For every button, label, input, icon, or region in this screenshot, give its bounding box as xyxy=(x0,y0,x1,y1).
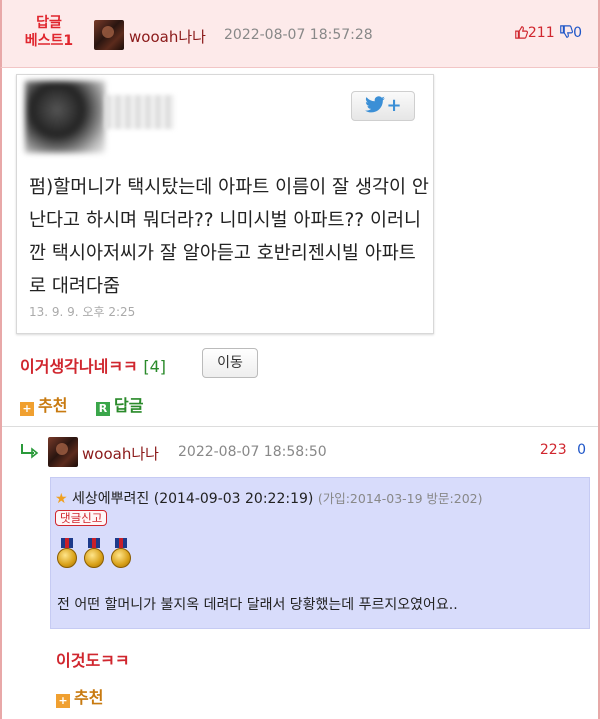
reply-comment: wooah나나 2022-08-07 18:58:50 223 0 ★ 세상에뿌… xyxy=(2,426,598,719)
upvote-count[interactable]: 223 xyxy=(540,442,567,458)
author-nickname[interactable]: wooah나나 xyxy=(129,26,206,47)
quoted-comment: ★ 세상에뿌려진 (2014-09-03 20:22:19) (가입:2014-… xyxy=(50,477,590,629)
reply-title: 이것도ㅋㅋ xyxy=(56,651,130,670)
twitter-follow-button: + xyxy=(351,91,415,121)
quote-meta: (가입:2014-03-19 방문:202) xyxy=(317,491,483,506)
quote-text: 전 어떤 할머니가 불지옥 데려다 달래서 당황했는데 푸르지오였어요.. xyxy=(57,597,458,613)
report-comment-button[interactable]: 댓글신고 xyxy=(55,510,108,526)
avatar[interactable] xyxy=(48,437,78,467)
downvote-count[interactable]: 0 xyxy=(577,442,586,458)
tweet-text: 펌)할머니가 택시탔는데 아파트 이름이 잘 생각이 안난다고 하시며 뭐더라?… xyxy=(29,177,429,297)
plus-icon: + xyxy=(56,694,70,708)
post-header: 답글 베스트1 wooah나나 2022-08-07 18:57:28 211 … xyxy=(0,0,600,68)
thumbs-down-icon xyxy=(560,25,574,38)
move-button[interactable]: 이동 xyxy=(202,348,258,378)
medal-icon xyxy=(111,538,132,570)
reply-arrow-icon xyxy=(21,444,39,459)
plus-icon: + xyxy=(20,402,34,416)
quote-header: ★ 세상에뿌려진 (2014-09-03 20:22:19) (가입:2014-… xyxy=(55,488,482,508)
quote-author: 세상에뿌려진 xyxy=(72,491,150,507)
upvote-count: 211 xyxy=(527,25,555,41)
recommend-button[interactable]: + 추천 xyxy=(20,392,67,416)
blurred-account-name xyxy=(105,95,175,129)
reply-count[interactable]: [4] xyxy=(143,357,166,376)
tweet-date: 13. 9. 9. 오후 2:25 xyxy=(29,305,136,319)
post-title: 이거생각나네ㅋㅋ [4] xyxy=(20,357,167,376)
author-nickname[interactable]: wooah나나 xyxy=(82,443,159,464)
upvote-button[interactable]: 211 xyxy=(514,25,559,41)
reply-date: 2022-08-07 18:58:50 xyxy=(178,444,327,460)
star-icon: ★ xyxy=(55,491,68,507)
thumbs-up-icon xyxy=(515,26,528,39)
reply-button[interactable]: R 답글 xyxy=(96,392,143,416)
blurred-profile-image xyxy=(25,81,105,153)
vote-counts: 223 0 xyxy=(540,442,586,458)
avatar[interactable] xyxy=(94,20,124,50)
tweet-screenshot: + 펌)할머니가 택시탔는데 아파트 이름이 잘 생각이 안난다고 하시며 뭐더… xyxy=(16,74,434,334)
medal-icon xyxy=(57,538,77,570)
downvote-count: 0 xyxy=(573,25,582,41)
twitter-bird-icon xyxy=(365,96,386,113)
post-date: 2022-08-07 18:57:28 xyxy=(224,27,373,43)
medal-icon xyxy=(84,538,105,570)
best-reply-badge: 답글 베스트1 xyxy=(24,15,74,49)
reply-r-icon: R xyxy=(96,402,110,416)
quote-datetime: (2014-09-03 20:22:19) xyxy=(153,491,314,507)
recommend-button[interactable]: + 추천 xyxy=(56,684,103,708)
medals xyxy=(57,538,133,572)
downvote-button[interactable]: 0 xyxy=(559,25,582,41)
vote-counts: 211 0 xyxy=(514,25,582,41)
